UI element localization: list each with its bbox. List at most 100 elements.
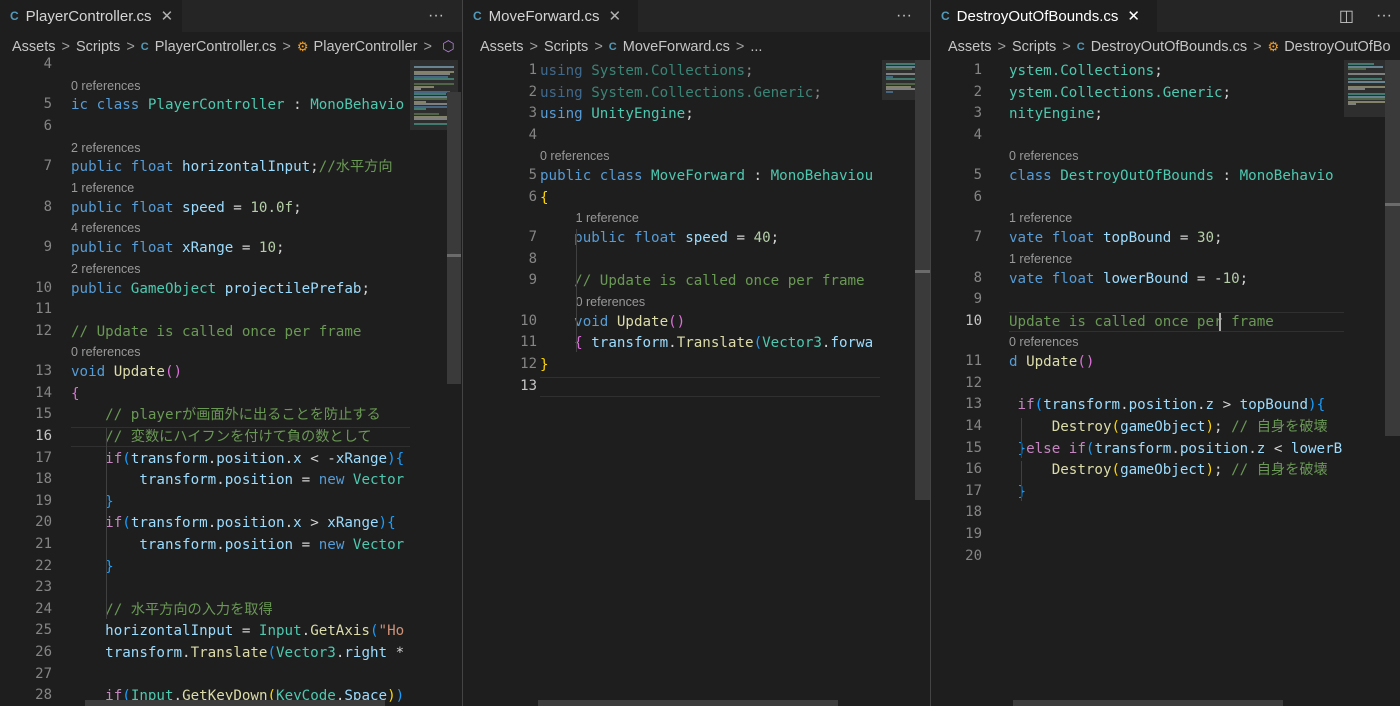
breadcrumb-more[interactable]: ... <box>750 39 762 55</box>
horizontal-scrollbar[interactable] <box>85 700 385 706</box>
code-line[interactable]: // 変数にハイフンを付けて負の数として <box>71 427 371 447</box>
more-actions-icon[interactable]: ··· <box>1376 7 1392 25</box>
line-number: 14 <box>35 384 52 401</box>
horizontal-scrollbar[interactable] <box>1013 700 1283 706</box>
csharp-file-icon: C <box>140 41 149 53</box>
code-line[interactable]: horizontalInput = Input.GetAxis("Ho <box>71 621 404 641</box>
breadcrumb-class[interactable]: PlayerController <box>314 39 418 55</box>
codelens-references[interactable]: 0 references <box>1009 149 1078 163</box>
code-line[interactable]: } <box>540 355 549 375</box>
code-line[interactable]: public float xRange = 10; <box>71 238 285 258</box>
codelens-references[interactable]: 0 references <box>71 79 140 93</box>
code-line[interactable]: if(transform.position.x < -xRange){ <box>71 449 404 469</box>
code-editor[interactable]: 1 ystem.Collections; 2 ystem.Collections.Ge… <box>931 60 1400 706</box>
breadcrumb-class[interactable]: DestroyOutOfBo <box>1284 39 1390 55</box>
code-line[interactable]: using System.Collections; <box>540 61 754 81</box>
code-line[interactable]: Destroy(gameObject); // 自身を破壊 <box>1009 460 1328 480</box>
line-number: 7 <box>528 229 537 246</box>
code-line[interactable]: // Update is called once per frame <box>71 322 361 342</box>
tab-move-forward[interactable]: C MoveForward.cs ✕ <box>463 0 638 32</box>
class-icon: ⚙ <box>296 39 309 54</box>
codelens-references[interactable]: 0 references <box>71 345 140 359</box>
code-line[interactable]: void Update() <box>540 312 685 332</box>
code-line[interactable]: // playerが画面外に出ることを防止する <box>71 405 381 425</box>
tab-player-controller[interactable]: C PlayerController.cs ✕ <box>0 0 182 32</box>
code-line[interactable]: public float horizontalInput;//水平方向 <box>71 157 393 177</box>
code-line[interactable]: } <box>1009 482 1027 502</box>
tab-actions: ··· <box>896 0 912 32</box>
code-line[interactable]: transform.Translate(Vector3.right * <box>71 643 404 663</box>
code-line[interactable]: // Update is called once per frame <box>540 271 864 291</box>
codelens-references[interactable]: 0 references <box>540 149 609 163</box>
code-line[interactable]: ystem.Collections.Generic; <box>1009 83 1231 103</box>
codelens-references[interactable]: 0 references <box>576 295 645 309</box>
code-line[interactable]: { <box>540 188 549 208</box>
code-line[interactable]: { <box>71 384 80 404</box>
horizontal-scrollbar[interactable] <box>538 700 838 706</box>
indent-guide <box>106 428 107 619</box>
line-number: 8 <box>973 269 982 286</box>
breadcrumb-scripts[interactable]: Scripts <box>1012 39 1056 55</box>
codelens-references[interactable]: 4 references <box>71 221 140 235</box>
breadcrumb-file[interactable]: DestroyOutOfBounds.cs <box>1091 39 1247 55</box>
code-editor[interactable]: 1 using System.Collections; 2 using System.… <box>463 60 930 706</box>
breadcrumb-file[interactable]: PlayerController.cs <box>155 39 277 55</box>
code-line[interactable]: Update is called once per frame <box>1009 312 1274 332</box>
scrollbar-thumb[interactable] <box>447 92 461 384</box>
code-line[interactable]: { transform.Translate(Vector3.forwa <box>540 333 873 353</box>
codelens-references[interactable]: 0 references <box>1009 335 1078 349</box>
codelens-references[interactable]: 2 references <box>71 141 140 155</box>
codelens-references[interactable]: 1 reference <box>1009 211 1072 225</box>
code-line[interactable]: void Update() <box>71 362 182 382</box>
codelens-references[interactable]: 1 reference <box>71 181 134 195</box>
breadcrumb-scripts[interactable]: Scripts <box>76 39 120 55</box>
code-line[interactable]: d Update() <box>1009 352 1094 372</box>
code-line[interactable]: ystem.Collections; <box>1009 61 1163 81</box>
breadcrumb-file[interactable]: MoveForward.cs <box>623 39 730 55</box>
code-line[interactable]: class DestroyOutOfBounds : MonoBehavio <box>1009 166 1334 186</box>
code-line[interactable]: ic class PlayerController : MonoBehavio <box>71 95 404 115</box>
code-line[interactable]: public class MoveForward : MonoBehaviou <box>540 166 873 186</box>
codelens-references[interactable]: 2 references <box>71 262 140 276</box>
code-line[interactable]: }else if(transform.position.z < lowerB <box>1009 439 1343 459</box>
line-number: 19 <box>35 492 52 509</box>
split-editor-icon[interactable]: ◫ <box>1339 6 1354 26</box>
code-line[interactable]: public float speed = 10.0f; <box>71 198 302 218</box>
code-line[interactable]: nityEngine; <box>1009 104 1103 124</box>
line-number: 26 <box>35 644 52 660</box>
code-line[interactable]: // 水平方向の入力を取得 <box>71 600 273 620</box>
scrollbar-thumb[interactable] <box>1385 60 1400 436</box>
close-icon[interactable]: ✕ <box>1127 7 1140 25</box>
code-line[interactable]: Destroy(gameObject); // 自身を破壊 <box>1009 417 1328 437</box>
line-number: 28 <box>35 687 52 704</box>
code-line[interactable]: vate float lowerBound = -10; <box>1009 269 1248 289</box>
code-line[interactable]: if(transform.position.x > xRange){ <box>71 513 395 533</box>
codelens-references[interactable]: 1 reference <box>576 211 639 225</box>
code-line[interactable]: } <box>71 557 114 577</box>
code-line[interactable]: vate float topBound = 30; <box>1009 228 1223 248</box>
line-number: 11 <box>35 301 52 318</box>
code-line[interactable]: transform.position = new Vector <box>71 470 404 490</box>
line-number: 18 <box>965 504 982 521</box>
code-line[interactable]: transform.position = new Vector <box>71 535 404 555</box>
code-line[interactable]: using System.Collections.Generic; <box>540 83 822 103</box>
breadcrumb-scripts[interactable]: Scripts <box>544 39 588 55</box>
breadcrumb-assets[interactable]: Assets <box>480 39 524 55</box>
breadcrumb-assets[interactable]: Assets <box>948 39 992 55</box>
tab-label: MoveForward.cs <box>488 7 600 25</box>
tab-destroy-out-of-bounds[interactable]: C DestroyOutOfBounds.cs ✕ <box>931 0 1157 32</box>
close-icon[interactable]: ✕ <box>161 7 174 25</box>
scrollbar-thumb[interactable] <box>915 60 930 500</box>
close-icon[interactable]: ✕ <box>609 7 622 25</box>
code-editor[interactable]: 4 0 references 5 ic class PlayerController … <box>0 56 462 706</box>
breadcrumb-assets[interactable]: Assets <box>12 39 56 55</box>
code-line[interactable]: if(transform.position.z > topBound){ <box>1009 395 1326 415</box>
line-number: 10 <box>965 312 982 329</box>
more-actions-icon[interactable]: ··· <box>896 7 912 25</box>
tab-actions: ··· <box>428 0 444 32</box>
code-line[interactable]: using UnityEngine; <box>540 104 694 124</box>
codelens-references[interactable]: 1 reference <box>1009 252 1072 266</box>
code-line[interactable]: } <box>71 492 114 512</box>
code-line[interactable]: public GameObject projectilePrefab; <box>71 279 370 299</box>
more-actions-icon[interactable]: ··· <box>428 7 444 25</box>
